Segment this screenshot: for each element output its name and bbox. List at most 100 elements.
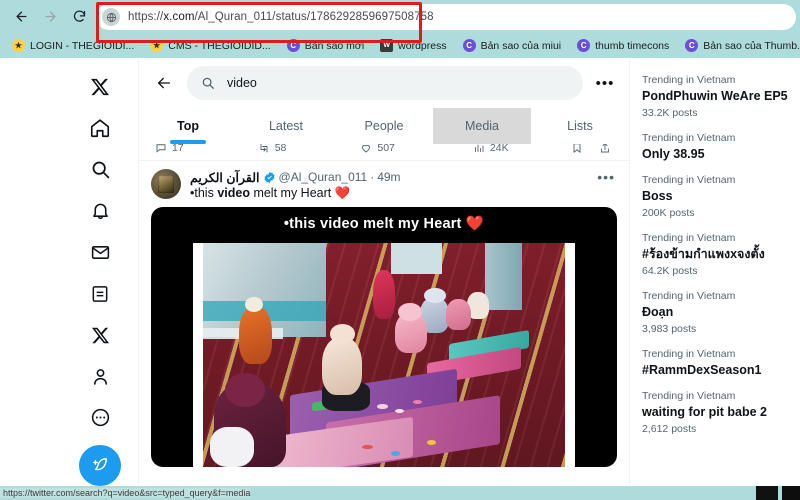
- trend-item[interactable]: Trending in Vietnam waiting for pit babe…: [642, 388, 800, 437]
- trend-item[interactable]: Trending in Vietnam Boss 200K posts: [642, 172, 800, 221]
- x-sidebar-nav: [62, 58, 138, 486]
- child-figure: [445, 299, 471, 331]
- child-figure: [322, 337, 363, 396]
- heart-emoji-icon: ❤️: [334, 186, 351, 200]
- tweet-text-prefix: •this: [190, 186, 218, 200]
- trend-item[interactable]: Trending in Vietnam Only 38.95: [642, 130, 800, 163]
- search-settings-icon[interactable]: •••: [591, 69, 619, 97]
- bookmark-item[interactable]: ★ LOGIN - THEGIOIDI...: [4, 35, 142, 57]
- tab-people[interactable]: People: [335, 108, 433, 144]
- tab-label: Lists: [567, 119, 593, 133]
- search-input[interactable]: video: [187, 66, 583, 100]
- tab-lists[interactable]: Lists: [531, 108, 629, 144]
- trend-context: Trending in Vietnam: [642, 290, 736, 302]
- child-figure-foreground-2: [210, 426, 254, 467]
- share-icon: [600, 144, 609, 153]
- sidebar-item-x-logo[interactable]: [79, 66, 121, 107]
- mat-decoration: [427, 440, 437, 445]
- tweet-display-name[interactable]: القرآن الكريم: [190, 170, 260, 185]
- reply-action[interactable]: 17: [155, 144, 184, 154]
- tweet-handle[interactable]: @Al_Quran_011: [279, 170, 368, 184]
- tweet-card[interactable]: القرآن الكريم @Al_Quran_011 · 49m ••• •t…: [139, 161, 629, 467]
- search-header: video •••: [139, 58, 629, 108]
- trend-item[interactable]: Trending in Vietnam #RammDexSeason1: [642, 346, 800, 379]
- views-action[interactable]: 24K: [473, 144, 509, 154]
- quill-plus-icon: [93, 458, 107, 471]
- sidebar-item-notifications[interactable]: [79, 190, 121, 231]
- sidebar-item-profile[interactable]: [79, 356, 121, 397]
- tab-media[interactable]: Media: [433, 108, 531, 144]
- bookmark-item[interactable]: C Bản sao của miui: [455, 35, 570, 57]
- bookmark-item[interactable]: C Bản sao mới: [279, 35, 372, 57]
- tweet-video-media[interactable]: •this video melt my Heart ❤️: [151, 207, 617, 467]
- tweet-text-highlight: video: [217, 186, 250, 200]
- tab-top[interactable]: Top: [139, 108, 237, 144]
- tab-label: Latest: [268, 119, 304, 133]
- share-action[interactable]: [599, 144, 611, 154]
- back-arrow-icon[interactable]: [149, 68, 179, 98]
- sidebar-item-lists[interactable]: [79, 273, 121, 314]
- tweet-timestamp[interactable]: 49m: [377, 170, 400, 184]
- sidebar-item-more[interactable]: [79, 397, 121, 438]
- envelope-icon: [91, 245, 109, 259]
- trend-context: Trending in Vietnam: [642, 132, 736, 144]
- search-tabs: Top Latest People Media Lists: [139, 108, 629, 144]
- video-frame: [193, 243, 575, 467]
- trend-post-count: 33.2K posts: [642, 107, 698, 119]
- trend-item[interactable]: Trending in Vietnam #ร้องข้ามกำแพงxจงตั้…: [642, 230, 800, 279]
- bookmark-item[interactable]: C Bản sao của Thumb...: [677, 35, 800, 57]
- page-left-margin: [0, 58, 62, 486]
- child-head: [329, 323, 356, 344]
- address-bar[interactable]: https://x.com/Al_Quran_011/status/178629…: [96, 4, 796, 30]
- bookmark-item[interactable]: Cthumb timecons: [569, 35, 677, 57]
- bookmark-item[interactable]: ★ CMS - THEGIOIDID...: [142, 35, 278, 57]
- child-head: [224, 372, 265, 407]
- tab-latest[interactable]: Latest: [237, 108, 335, 144]
- mat-decoration: [391, 451, 401, 456]
- mat-decoration: [394, 408, 404, 413]
- mat-decoration: [376, 404, 388, 409]
- trend-post-count: 200K posts: [642, 207, 695, 219]
- back-icon[interactable]: [8, 3, 35, 30]
- sidebar-item-explore[interactable]: [79, 149, 121, 190]
- bookmark-item[interactable]: Wwordpress: [372, 35, 454, 57]
- search-input-value: video: [227, 76, 257, 90]
- list-icon: [92, 285, 108, 302]
- trend-context: Trending in Vietnam: [642, 174, 736, 186]
- video-still[interactable]: [203, 243, 565, 467]
- verified-badge-icon: [263, 171, 275, 183]
- tweet-separator: ·: [370, 170, 375, 184]
- trend-context: Trending in Vietnam: [642, 348, 736, 360]
- child-head: [423, 287, 446, 304]
- repost-action[interactable]: 58: [258, 144, 286, 154]
- tweet-text-suffix: melt my Heart: [249, 186, 335, 200]
- mat-decoration: [412, 399, 422, 404]
- sidebar-item-grok[interactable]: [79, 314, 121, 355]
- reload-icon[interactable]: [66, 3, 93, 30]
- canva-favicon-icon: C: [462, 39, 476, 52]
- status-bar-url: https://twitter.com/search?q=video&src=t…: [0, 488, 251, 498]
- reply-count: 17: [172, 144, 184, 154]
- star-favicon-icon: ★: [12, 39, 25, 52]
- trend-name: PondPhuwin WeAre EP5: [642, 89, 788, 103]
- trend-context: Trending in Vietnam: [642, 390, 736, 402]
- trend-context: Trending in Vietnam: [642, 74, 736, 86]
- tweet-more-icon[interactable]: •••: [597, 169, 617, 185]
- trend-item[interactable]: Trending in Vietnam Đoạn 3,983 posts: [642, 288, 800, 337]
- compose-post-button[interactable]: [79, 444, 121, 486]
- search-icon: [202, 77, 214, 89]
- trend-item[interactable]: Trending in Vietnam PondPhuwin WeAre EP5…: [642, 72, 800, 121]
- avatar[interactable]: [151, 169, 181, 199]
- star-favicon-icon: ★: [150, 39, 164, 52]
- doorway: [391, 243, 442, 275]
- sidebar-item-messages[interactable]: [79, 232, 121, 273]
- bookmark-action[interactable]: [571, 144, 583, 154]
- like-action[interactable]: 507: [360, 144, 395, 154]
- canva-favicon-icon: C: [577, 39, 591, 52]
- like-count: 507: [377, 144, 395, 154]
- mat-decoration: [362, 444, 374, 450]
- previous-tweet-actions: 17 58 507 24K: [139, 144, 629, 161]
- sidebar-item-home[interactable]: [79, 107, 121, 148]
- trend-name: waiting for pit babe 2: [642, 405, 768, 419]
- site-info-icon[interactable]: [102, 8, 120, 26]
